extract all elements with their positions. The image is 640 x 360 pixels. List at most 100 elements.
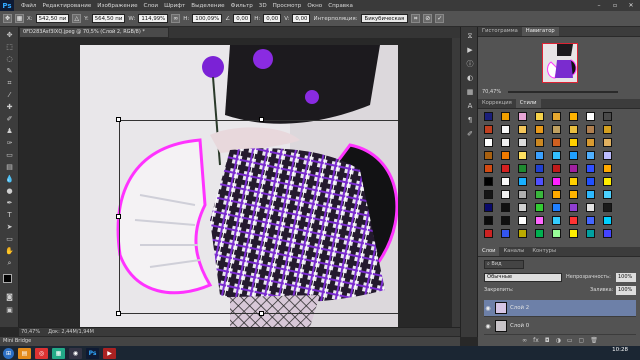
style-swatch[interactable] (535, 125, 544, 134)
eye-icon[interactable]: ◉ (484, 323, 492, 330)
style-swatch[interactable] (603, 151, 612, 160)
style-swatch[interactable] (501, 112, 510, 121)
commit-transform-icon[interactable]: ✓ (435, 14, 445, 23)
path-select-tool-icon[interactable]: ➤ (4, 222, 15, 233)
store-icon[interactable]: ▦ (52, 347, 65, 359)
move-tool-preset-icon[interactable]: ✥ (3, 14, 12, 23)
style-swatch[interactable] (501, 151, 510, 160)
blur-tool-icon[interactable]: 💧 (4, 174, 15, 185)
style-swatch[interactable] (535, 112, 544, 121)
style-swatch[interactable] (518, 112, 527, 121)
color-icon[interactable]: ◐ (465, 73, 475, 83)
style-swatch[interactable] (586, 164, 595, 173)
group-icon[interactable]: ▭ (567, 337, 573, 346)
layer-row[interactable]: ◉ Слой 0 (484, 318, 636, 335)
style-swatch[interactable] (586, 151, 595, 160)
start-button-icon[interactable]: ⊞ (3, 347, 14, 359)
style-swatch[interactable] (501, 164, 510, 173)
y-field[interactable]: 564,50 пи (91, 14, 126, 23)
menu-view[interactable]: Просмотр (270, 3, 305, 9)
style-swatch[interactable] (535, 177, 544, 186)
navigator-thumbnail[interactable] (542, 43, 578, 83)
style-swatch[interactable] (501, 190, 510, 199)
shape-tool-icon[interactable]: ▭ (4, 234, 15, 245)
style-swatch[interactable] (518, 151, 527, 160)
history-brush-tool-icon[interactable]: ✑ (4, 138, 15, 149)
layer-name[interactable]: Слой 0 (510, 323, 529, 329)
style-swatch[interactable] (484, 125, 493, 134)
eye-icon[interactable]: ◉ (484, 305, 492, 312)
transform-bounding-box[interactable] (119, 120, 398, 314)
style-swatch[interactable] (569, 203, 578, 212)
style-swatch[interactable] (535, 229, 544, 238)
style-swatch[interactable] (518, 164, 527, 173)
browser-icon[interactable]: ◎ (35, 347, 48, 359)
style-swatch[interactable] (603, 203, 612, 212)
style-swatch[interactable] (484, 177, 493, 186)
style-swatch[interactable] (586, 216, 595, 225)
warp-icon[interactable]: ⌗ (411, 14, 421, 23)
transform-handle[interactable] (259, 117, 264, 122)
quick-mask-icon[interactable]: ◙ (4, 292, 15, 303)
mini-bridge-bar[interactable]: Mini Bridge (0, 337, 460, 346)
style-swatch[interactable] (569, 216, 578, 225)
brush-panel-icon[interactable]: ✐ (465, 129, 475, 139)
link-icon[interactable]: ∞ (171, 14, 181, 23)
style-swatch[interactable] (569, 125, 578, 134)
style-swatch[interactable] (552, 203, 561, 212)
style-swatch[interactable] (518, 229, 527, 238)
paragraph-icon[interactable]: ¶ (465, 115, 475, 125)
style-swatch[interactable] (552, 177, 561, 186)
swatches-icon[interactable]: ▦ (465, 87, 475, 97)
style-swatch[interactable] (569, 151, 578, 160)
transform-handle[interactable] (116, 214, 121, 219)
h-skew-field[interactable]: 0,00 (263, 14, 282, 23)
style-swatch[interactable] (552, 190, 561, 199)
style-swatch[interactable] (569, 190, 578, 199)
style-swatch[interactable] (569, 229, 578, 238)
style-swatch[interactable] (603, 229, 612, 238)
tab-histogram[interactable]: Гистограмма (478, 27, 522, 36)
style-swatch[interactable] (518, 125, 527, 134)
style-swatch[interactable] (535, 151, 544, 160)
style-swatch[interactable] (501, 229, 510, 238)
style-swatch[interactable] (569, 138, 578, 147)
transform-handle[interactable] (116, 311, 121, 316)
fx-icon[interactable]: fx (533, 337, 539, 346)
style-swatch[interactable] (552, 216, 561, 225)
minimize-icon[interactable]: – (592, 2, 606, 10)
clone-stamp-tool-icon[interactable]: ♟ (4, 126, 15, 137)
healing-tool-icon[interactable]: ✚ (4, 102, 15, 113)
style-swatch[interactable] (501, 125, 510, 134)
style-swatch[interactable] (586, 112, 595, 121)
style-swatch[interactable] (501, 138, 510, 147)
style-swatch[interactable] (501, 177, 510, 186)
style-swatch[interactable] (518, 216, 527, 225)
character-icon[interactable]: A (465, 101, 475, 111)
style-swatch[interactable] (552, 229, 561, 238)
blend-mode-select[interactable]: Обычные (484, 273, 562, 282)
style-swatch[interactable] (586, 125, 595, 134)
pen-tool-icon[interactable]: ✒ (4, 198, 15, 209)
tab-adjustments[interactable]: Коррекция (478, 99, 516, 108)
style-swatch[interactable] (484, 151, 493, 160)
navigator-zoom-slider[interactable] (508, 91, 618, 93)
style-swatch[interactable] (569, 112, 578, 121)
style-swatch[interactable] (518, 203, 527, 212)
mask-icon[interactable]: ◘ (545, 337, 550, 346)
style-swatch[interactable] (569, 164, 578, 173)
menu-3d[interactable]: 3D (256, 3, 270, 9)
screen-mode-icon[interactable]: ▣ (4, 305, 15, 316)
menu-image[interactable]: Изображение (94, 3, 140, 9)
style-swatch[interactable] (484, 229, 493, 238)
zoom-level[interactable]: 70,47% (21, 329, 40, 335)
tab-layers[interactable]: Слои (478, 247, 500, 256)
style-swatch[interactable] (484, 164, 493, 173)
style-swatch[interactable] (603, 112, 612, 121)
x-field[interactable]: 542,50 пи (35, 14, 70, 23)
menu-select[interactable]: Выделение (188, 3, 227, 9)
style-swatch[interactable] (484, 138, 493, 147)
delta-icon[interactable]: △ (72, 14, 82, 23)
menu-window[interactable]: Окно (304, 3, 325, 9)
w-field[interactable]: 114,99% (138, 14, 169, 23)
